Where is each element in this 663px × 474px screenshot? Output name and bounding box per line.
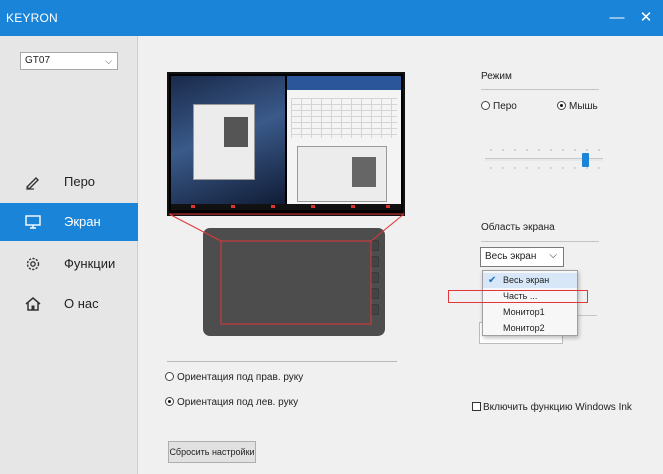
chevron-down-icon: ⌵ bbox=[549, 250, 557, 261]
screen-area-select[interactable]: Весь экран ⌵ bbox=[480, 247, 564, 267]
home-icon bbox=[25, 297, 41, 311]
radio-selected-icon bbox=[165, 397, 174, 406]
option-label: Монитор2 bbox=[503, 323, 545, 333]
taskbar-preview bbox=[171, 204, 401, 210]
desktop-preview-left bbox=[171, 76, 285, 210]
orientation-right-label: Ориентация под прав. руку bbox=[177, 372, 304, 383]
radio-selected-icon bbox=[557, 101, 566, 110]
dropdown-option-full-screen[interactable]: ✔ Весь экран bbox=[483, 273, 577, 288]
annotation-highlight-box bbox=[448, 290, 588, 303]
check-icon: ✔ bbox=[488, 275, 497, 286]
close-button[interactable]: ✕ bbox=[634, 6, 658, 30]
title-bar: KEYRON — ✕ bbox=[0, 0, 663, 36]
windows-ink-label: Включить функцию Windows Ink bbox=[483, 402, 632, 413]
pen-icon bbox=[26, 177, 39, 190]
sidebar-item-label: О нас bbox=[64, 296, 99, 311]
option-label: Весь экран bbox=[503, 275, 550, 285]
tablet-image bbox=[203, 228, 385, 336]
sidebar-item-screen[interactable]: Экран bbox=[0, 203, 138, 241]
device-select[interactable]: GT07 ⌵ bbox=[20, 52, 118, 70]
sidebar-item-functions[interactable]: Функции bbox=[0, 245, 138, 283]
chevron-down-icon: ⌵ bbox=[105, 56, 112, 66]
orientation-left-label: Ориентация под лев. руку bbox=[177, 397, 299, 408]
preview-window bbox=[193, 104, 255, 180]
orientation-left-hand-radio[interactable]: Ориентация под лев. руку bbox=[165, 397, 298, 408]
radio-icon bbox=[165, 372, 174, 381]
option-label: Монитор1 bbox=[503, 307, 545, 317]
dropdown-option-monitor2[interactable]: Монитор2 bbox=[483, 321, 577, 336]
mode-mouse-label: Мышь bbox=[569, 101, 598, 112]
sidebar-item-label: Экран bbox=[64, 214, 101, 229]
mode-pen-radio[interactable]: Перо bbox=[481, 101, 517, 112]
sidebar-item-label: Перо bbox=[64, 174, 96, 189]
radio-icon bbox=[481, 101, 490, 110]
device-select-value: GT07 bbox=[25, 55, 51, 66]
monitor-icon bbox=[25, 215, 41, 229]
sidebar-item-pen[interactable]: Перо bbox=[0, 163, 138, 201]
minimize-button[interactable]: — bbox=[605, 6, 629, 30]
slider-thumb[interactable] bbox=[582, 153, 589, 167]
main-panel: Ориентация под прав. руку Ориентация под… bbox=[139, 36, 663, 474]
sidebar: GT07 ⌵ Перо Экран Функции О нас bbox=[0, 36, 138, 474]
windows-ink-checkbox[interactable]: Включить функцию Windows Ink bbox=[472, 402, 632, 413]
screen-area-select-value: Весь экран bbox=[485, 251, 537, 262]
orientation-right-hand-radio[interactable]: Ориентация под прав. руку bbox=[165, 372, 303, 383]
mode-mouse-radio[interactable]: Мышь bbox=[557, 101, 598, 112]
reset-settings-button[interactable]: Сбросить настройки bbox=[168, 441, 256, 463]
tablet-express-keys bbox=[371, 240, 381, 320]
mode-divider bbox=[481, 89, 599, 90]
screen-area-dropdown: ✔ Весь экран Часть ... Монитор1 Монитор2 bbox=[482, 270, 578, 336]
sidebar-item-about[interactable]: О нас bbox=[0, 285, 138, 323]
sidebar-item-label: Функции bbox=[64, 256, 116, 271]
app-title: KEYRON bbox=[6, 11, 58, 25]
preview-window bbox=[297, 146, 387, 202]
screen-area-divider bbox=[481, 241, 599, 242]
orientation-divider bbox=[167, 361, 397, 362]
monitor-preview bbox=[167, 72, 405, 216]
slider-ticks bbox=[485, 148, 603, 152]
screen-area-label: Область экрана bbox=[481, 222, 555, 233]
checkbox-icon bbox=[472, 402, 481, 411]
mode-pen-label: Перо bbox=[493, 101, 517, 112]
mouse-speed-slider[interactable] bbox=[485, 148, 605, 172]
gear-icon bbox=[26, 257, 40, 271]
dropdown-option-monitor1[interactable]: Монитор1 bbox=[483, 305, 577, 320]
mode-label: Режим bbox=[481, 71, 512, 82]
